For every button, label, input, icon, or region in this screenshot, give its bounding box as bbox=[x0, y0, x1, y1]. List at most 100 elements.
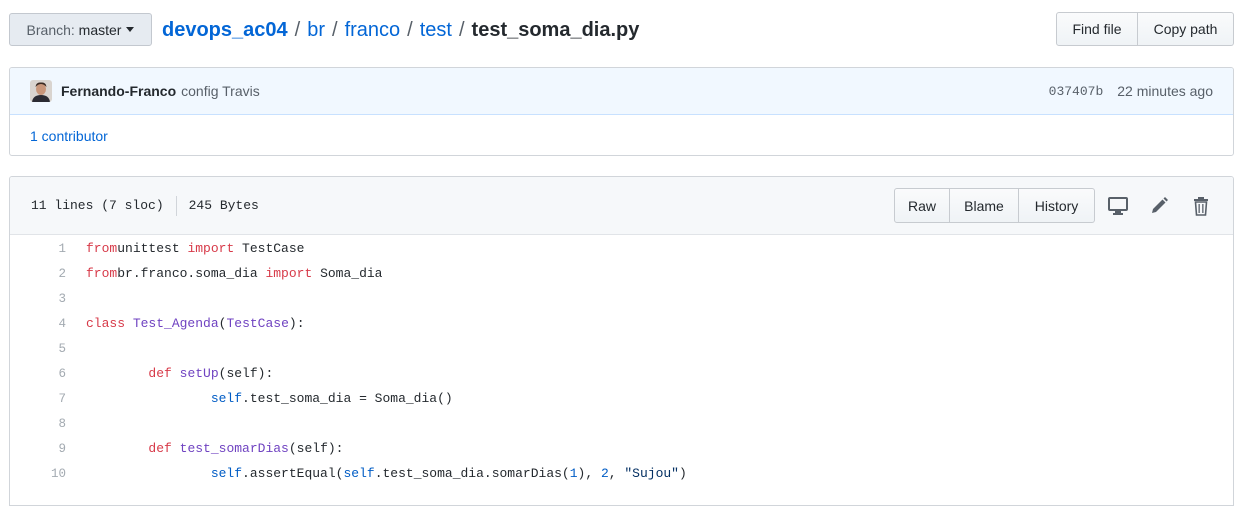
code-token: from bbox=[86, 266, 118, 281]
branch-prefix: Branch: bbox=[26, 21, 75, 38]
commit-meta: 037407b 22 minutes ago bbox=[1049, 68, 1213, 114]
code-line: 4 class Test_Agenda(TestCase): bbox=[10, 311, 1233, 336]
code-token: Soma_dia bbox=[312, 266, 383, 281]
code-token: def bbox=[148, 366, 172, 381]
line-number[interactable]: 6 bbox=[10, 367, 66, 381]
code-line: 10 self.assertEqual(self.test_soma_dia.s… bbox=[10, 461, 1233, 486]
find-file-button[interactable]: Find file bbox=[1056, 12, 1138, 46]
code-token: .assertEqual( bbox=[242, 466, 344, 481]
line-number[interactable]: 7 bbox=[10, 392, 66, 406]
caret-down-icon bbox=[126, 27, 135, 32]
code-line: 2 frombr.franco.soma_dia import Soma_dia bbox=[10, 261, 1233, 286]
pencil-icon[interactable] bbox=[1147, 194, 1171, 218]
code-token: (self): bbox=[288, 441, 344, 456]
line-number[interactable]: 8 bbox=[10, 417, 66, 431]
commit-message-link[interactable]: config Travis bbox=[181, 83, 260, 99]
code-line: 8 bbox=[10, 411, 1233, 436]
code-text: self.assertEqual(self.test_soma_dia.soma… bbox=[86, 466, 687, 481]
branch-select-button[interactable]: Branch: master bbox=[9, 13, 152, 46]
code-token: class bbox=[86, 316, 126, 331]
code-token: import bbox=[187, 241, 235, 256]
code-line: 6 def setUp(self): bbox=[10, 361, 1233, 386]
line-number[interactable]: 10 bbox=[10, 467, 66, 481]
divider bbox=[175, 195, 177, 216]
code-token: br.franco.soma_dia bbox=[117, 266, 266, 281]
code-line: 5 bbox=[10, 336, 1233, 361]
breadcrumb-dir-link[interactable]: franco bbox=[345, 19, 401, 41]
code-text: def setUp(self): bbox=[86, 366, 273, 381]
code-text: fromunittest import TestCase bbox=[86, 241, 304, 256]
branch-name: master bbox=[78, 21, 122, 38]
code-token: "Sujou" bbox=[624, 466, 679, 481]
commit-sha-link[interactable]: 037407b bbox=[1049, 84, 1104, 99]
code-line: 7 self.test_soma_dia = Soma_dia() bbox=[10, 386, 1233, 411]
code-token: unittest bbox=[117, 241, 188, 256]
commit-info-box: Fernando-Franco config Travis 037407b 22… bbox=[9, 67, 1234, 156]
code-token: self bbox=[210, 466, 243, 481]
code-line: 1 fromunittest import TestCase bbox=[10, 236, 1233, 261]
file-actions-group: Find file Copy path bbox=[1056, 12, 1234, 46]
history-button[interactable]: History bbox=[1019, 188, 1095, 223]
code-token: ), bbox=[577, 466, 601, 481]
contributors-row: 1 contributor bbox=[10, 115, 1233, 155]
breadcrumb-file-name: test_soma_dia.py bbox=[471, 19, 640, 41]
code-token: TestCase bbox=[234, 241, 305, 256]
code-text: self.test_soma_dia = Soma_dia() bbox=[86, 391, 453, 406]
file-info: 11 lines (7 sloc) 245 Bytes bbox=[31, 177, 259, 234]
code-token: setUp bbox=[179, 366, 219, 381]
breadcrumb-dir-link[interactable]: br bbox=[307, 19, 325, 41]
code-token: , bbox=[608, 466, 625, 481]
breadcrumb-repo-link[interactable]: devops_ac04 bbox=[162, 19, 288, 41]
latest-commit-bar: Fernando-Franco config Travis 037407b 22… bbox=[10, 68, 1233, 115]
code-listing: 1 fromunittest import TestCase 2 frombr.fra… bbox=[10, 235, 1233, 486]
line-count: 11 lines (7 sloc) bbox=[31, 198, 164, 213]
file-viewer: 11 lines (7 sloc) 245 Bytes Raw Blame Hi… bbox=[9, 176, 1234, 506]
line-number[interactable]: 9 bbox=[10, 442, 66, 456]
view-buttons-group: Raw Blame History bbox=[894, 188, 1095, 223]
code-text: def test_somarDias(self): bbox=[86, 441, 343, 456]
code-token: def bbox=[148, 441, 172, 456]
code-token: .test_soma_dia.somarDias( bbox=[374, 466, 570, 481]
code-token: 2 bbox=[600, 466, 609, 481]
code-text: class Test_Agenda(TestCase): bbox=[86, 316, 305, 331]
code-token: test_somarDias bbox=[179, 441, 289, 456]
trash-icon[interactable] bbox=[1189, 194, 1213, 218]
line-number[interactable]: 1 bbox=[10, 242, 66, 256]
code-token: from bbox=[86, 241, 118, 256]
file-size: 245 Bytes bbox=[188, 198, 259, 213]
code-token: ) bbox=[678, 466, 687, 481]
commit-time: 22 minutes ago bbox=[1117, 83, 1213, 99]
line-number[interactable]: 4 bbox=[10, 317, 66, 331]
code-token: Test_Agenda bbox=[132, 316, 219, 331]
line-number[interactable]: 3 bbox=[10, 292, 66, 306]
code-token: import bbox=[265, 266, 313, 281]
copy-path-button[interactable]: Copy path bbox=[1138, 12, 1234, 46]
code-token: (self): bbox=[218, 366, 274, 381]
avatar[interactable] bbox=[30, 80, 52, 102]
file-header: 11 lines (7 sloc) 245 Bytes Raw Blame Hi… bbox=[10, 177, 1233, 235]
contributors-link[interactable]: 1 contributor bbox=[30, 128, 108, 144]
raw-button[interactable]: Raw bbox=[894, 188, 950, 223]
desktop-icon[interactable] bbox=[1106, 194, 1130, 218]
line-number[interactable]: 2 bbox=[10, 267, 66, 281]
code-token: TestCase bbox=[226, 316, 289, 331]
code-token: .test_soma_dia = Soma_dia() bbox=[242, 391, 453, 406]
line-number[interactable]: 5 bbox=[10, 342, 66, 356]
code-line: 3 bbox=[10, 286, 1233, 311]
code-token: self bbox=[210, 391, 243, 406]
code-text: frombr.franco.soma_dia import Soma_dia bbox=[86, 266, 382, 281]
blame-button[interactable]: Blame bbox=[950, 188, 1019, 223]
code-token: ): bbox=[288, 316, 305, 331]
code-line: 9 def test_somarDias(self): bbox=[10, 436, 1233, 461]
breadcrumb: devops_ac04/br / franco / test / test_soma_dia… bbox=[162, 19, 640, 41]
code-token: 1 bbox=[569, 466, 578, 481]
commit-author-link[interactable]: Fernando-Franco bbox=[61, 83, 176, 99]
breadcrumb-dir-link[interactable]: test bbox=[420, 19, 452, 41]
